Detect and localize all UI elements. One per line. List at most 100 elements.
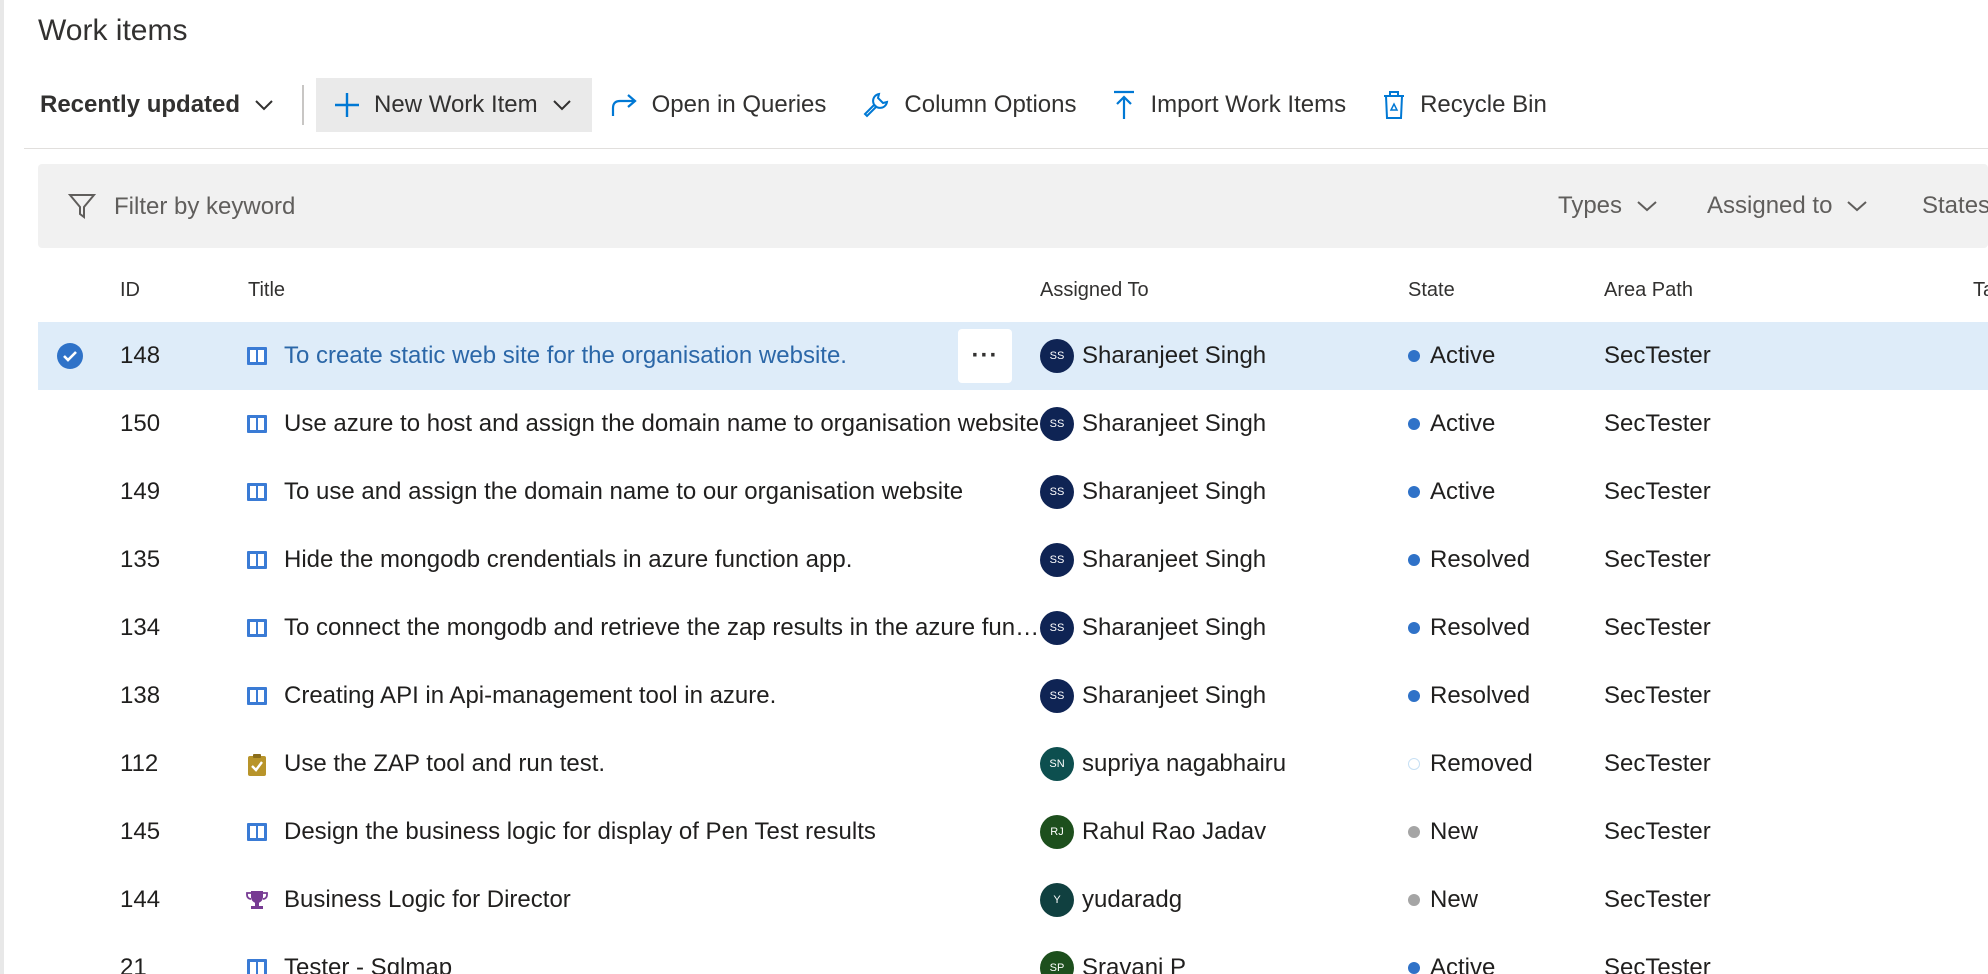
row-id: 135 xyxy=(120,546,161,573)
assignee-name: Sharanjeet Singh xyxy=(1082,614,1267,641)
avatar: SS xyxy=(1040,407,1074,441)
row-assigned-to[interactable]: SS Sharanjeet Singh xyxy=(1040,322,1266,390)
state-label: Active xyxy=(1430,410,1496,437)
row-title-link[interactable]: Business Logic for Director xyxy=(284,866,1040,934)
column-header-assigned-to[interactable]: Assigned To xyxy=(1040,279,1149,302)
state-dot-icon xyxy=(1408,894,1420,906)
states-filter-dropdown[interactable]: States xyxy=(1922,186,1988,226)
row-id: 112 xyxy=(120,750,159,777)
user-story-icon xyxy=(246,685,268,714)
page-title: Work items xyxy=(38,14,188,47)
open-in-queries-button[interactable]: Open in Queries xyxy=(592,78,845,132)
row-id: 134 xyxy=(120,614,161,641)
row-assigned-to[interactable]: SN supriya nagabhairu xyxy=(1040,730,1286,798)
chevron-down-icon xyxy=(552,100,571,111)
assignee-name: Sharanjeet Singh xyxy=(1082,410,1267,437)
row-title-link[interactable]: Use azure to host and assign the domain … xyxy=(284,390,1040,458)
table-row[interactable]: 149 To use and assign the domain name to … xyxy=(38,458,1988,526)
state-label: Active xyxy=(1430,954,1496,974)
task-icon xyxy=(246,753,268,784)
row-state: Resolved xyxy=(1408,594,1530,662)
table-row[interactable]: 21 Tester - Sqlmap SP Sravani P Active SecTes… xyxy=(38,934,1988,974)
row-assigned-to[interactable]: SS Sharanjeet Singh xyxy=(1040,662,1266,730)
states-filter-label: States xyxy=(1922,192,1988,219)
user-story-icon xyxy=(246,413,268,442)
row-state: Active xyxy=(1408,934,1495,974)
row-area-path: SecTester xyxy=(1604,954,1711,974)
row-state: Resolved xyxy=(1408,662,1530,730)
column-header-id[interactable]: ID xyxy=(120,279,140,302)
row-area-path: SecTester xyxy=(1604,818,1711,845)
row-area-path: SecTester xyxy=(1604,682,1711,709)
row-assigned-to[interactable]: SS Sharanjeet Singh xyxy=(1040,526,1266,594)
table-row[interactable]: 138 Creating API in Api-management tool i… xyxy=(38,662,1988,730)
row-title-link[interactable]: To create static web site for the organi… xyxy=(284,322,1040,390)
state-dot-icon xyxy=(1408,622,1420,634)
row-area-path: SecTester xyxy=(1604,410,1711,437)
state-label: Active xyxy=(1430,342,1496,369)
row-assigned-to[interactable]: SS Sharanjeet Singh xyxy=(1040,594,1266,662)
state-dot-icon xyxy=(1408,418,1420,430)
table-row[interactable]: 148 To create static web site for the org… xyxy=(38,322,1988,390)
row-id: 145 xyxy=(120,818,161,845)
row-title: Tester - Sqlmap xyxy=(284,954,453,974)
toolbar: Recently updated New Work Item Open in Q… xyxy=(24,72,1565,138)
state-dot-icon xyxy=(1408,350,1420,362)
assignee-name: Sharanjeet Singh xyxy=(1082,546,1267,573)
user-story-icon xyxy=(246,617,268,646)
row-assigned-to[interactable]: SS Sharanjeet Singh xyxy=(1040,458,1266,526)
row-area-path: SecTester xyxy=(1604,478,1711,505)
row-selected-check-icon[interactable] xyxy=(56,322,86,390)
table-row[interactable]: 112 Use the ZAP tool and run test. SN supri… xyxy=(38,730,1988,798)
row-title: Business Logic for Director xyxy=(284,886,571,913)
state-label: Resolved xyxy=(1430,546,1531,573)
recycle-bin-button[interactable]: Recycle Bin xyxy=(1364,78,1565,132)
row-title-link[interactable]: To use and assign the domain name to our… xyxy=(284,458,1040,526)
avatar: SP xyxy=(1040,951,1074,974)
table-row[interactable]: 145 Design the business logic for display… xyxy=(38,798,1988,866)
more-actions-button[interactable]: ··· xyxy=(958,329,1012,383)
new-work-item-label: New Work Item xyxy=(374,91,538,118)
chevron-down-icon xyxy=(1847,201,1868,212)
row-state: Removed xyxy=(1408,730,1533,798)
state-label: Resolved xyxy=(1430,682,1531,709)
row-title: To use and assign the domain name to our… xyxy=(284,478,964,505)
avatar: SN xyxy=(1040,747,1074,781)
column-header-area-path[interactable]: Area Path xyxy=(1604,279,1693,302)
column-options-button[interactable]: Column Options xyxy=(844,78,1094,132)
new-work-item-button[interactable]: New Work Item xyxy=(316,78,592,132)
types-filter-dropdown[interactable]: Types xyxy=(1558,186,1658,226)
work-items-grid: 148 To create static web site for the org… xyxy=(38,322,1988,974)
row-title-link[interactable]: Hide the mongodb crendentials in azure f… xyxy=(284,526,1040,594)
row-title-link[interactable]: To connect the mongodb and retrieve the … xyxy=(284,594,1040,662)
row-state: New xyxy=(1408,798,1478,866)
avatar: SS xyxy=(1040,611,1074,645)
row-title-link[interactable]: Use the ZAP tool and run test. xyxy=(284,730,1040,798)
column-header-title[interactable]: Title xyxy=(248,279,285,302)
row-assigned-to[interactable]: Yyudaradg xyxy=(1040,866,1182,934)
row-id: 149 xyxy=(120,478,161,505)
table-row[interactable]: 144 Business Logic for Director Yyudaradg N… xyxy=(38,866,1988,934)
row-title-link[interactable]: Creating API in Api-management tool in a… xyxy=(284,662,1040,730)
row-title-link[interactable]: Design the business logic for display of… xyxy=(284,798,1040,866)
row-assigned-to[interactable]: SS Sharanjeet Singh xyxy=(1040,390,1266,458)
row-id: 138 xyxy=(120,682,161,709)
row-state: Active xyxy=(1408,390,1495,458)
table-row[interactable]: 134 To connect the mongodb and retrieve t… xyxy=(38,594,1988,662)
table-row[interactable]: 135 Hide the mongodb crendentials in azur… xyxy=(38,526,1988,594)
row-assigned-to[interactable]: SP Sravani P xyxy=(1040,934,1186,974)
state-dot-icon xyxy=(1408,758,1420,770)
row-title: Design the business logic for display of… xyxy=(284,818,876,845)
table-row[interactable]: 150 Use azure to host and assign the doma… xyxy=(38,390,1988,458)
avatar: RJ xyxy=(1040,815,1074,849)
assigned-to-filter-dropdown[interactable]: Assigned to xyxy=(1707,186,1868,226)
row-title-link[interactable]: Tester - Sqlmap xyxy=(284,934,1040,974)
column-header-tags[interactable]: Tags xyxy=(1973,279,1988,302)
import-work-items-button[interactable]: Import Work Items xyxy=(1094,78,1364,132)
row-area-path: SecTester xyxy=(1604,750,1711,777)
recently-updated-dropdown[interactable]: Recently updated xyxy=(24,78,292,132)
filter-keyword-input[interactable] xyxy=(112,186,716,228)
column-header-state[interactable]: State xyxy=(1408,279,1455,302)
import-work-items-label: Import Work Items xyxy=(1150,91,1347,118)
row-assigned-to[interactable]: RJ Rahul Rao Jadav xyxy=(1040,798,1266,866)
